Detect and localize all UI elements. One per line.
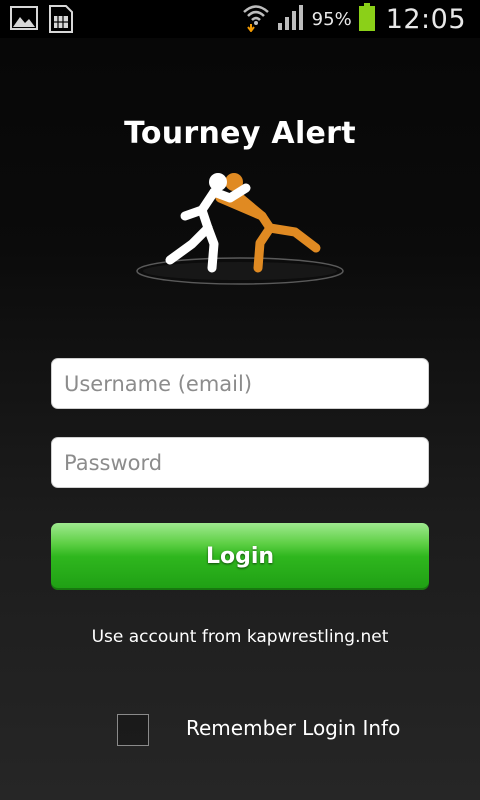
signal-icon (276, 3, 306, 36)
remember-login-checkbox[interactable] (117, 714, 149, 746)
login-button[interactable]: Login (51, 523, 429, 590)
wrestlers-icon (130, 168, 350, 298)
clock: 12:05 (385, 3, 466, 35)
wifi-icon (242, 2, 270, 37)
account-note: Use account from kapwrestling.net (91, 627, 389, 647)
password-input[interactable] (51, 437, 429, 488)
sim-card-icon (48, 5, 74, 38)
status-bar: 95% 12:05 (0, 0, 480, 38)
app-title: Tourney Alert (124, 116, 356, 151)
battery-percent: 95% (311, 8, 352, 30)
gallery-icon (10, 5, 38, 38)
remember-login-label[interactable]: Remember Login Info (186, 716, 400, 740)
username-input[interactable] (51, 358, 429, 409)
login-screen: 95% 12:05 Tourney Alert Username (email)… (0, 0, 480, 800)
battery-icon (358, 2, 376, 37)
